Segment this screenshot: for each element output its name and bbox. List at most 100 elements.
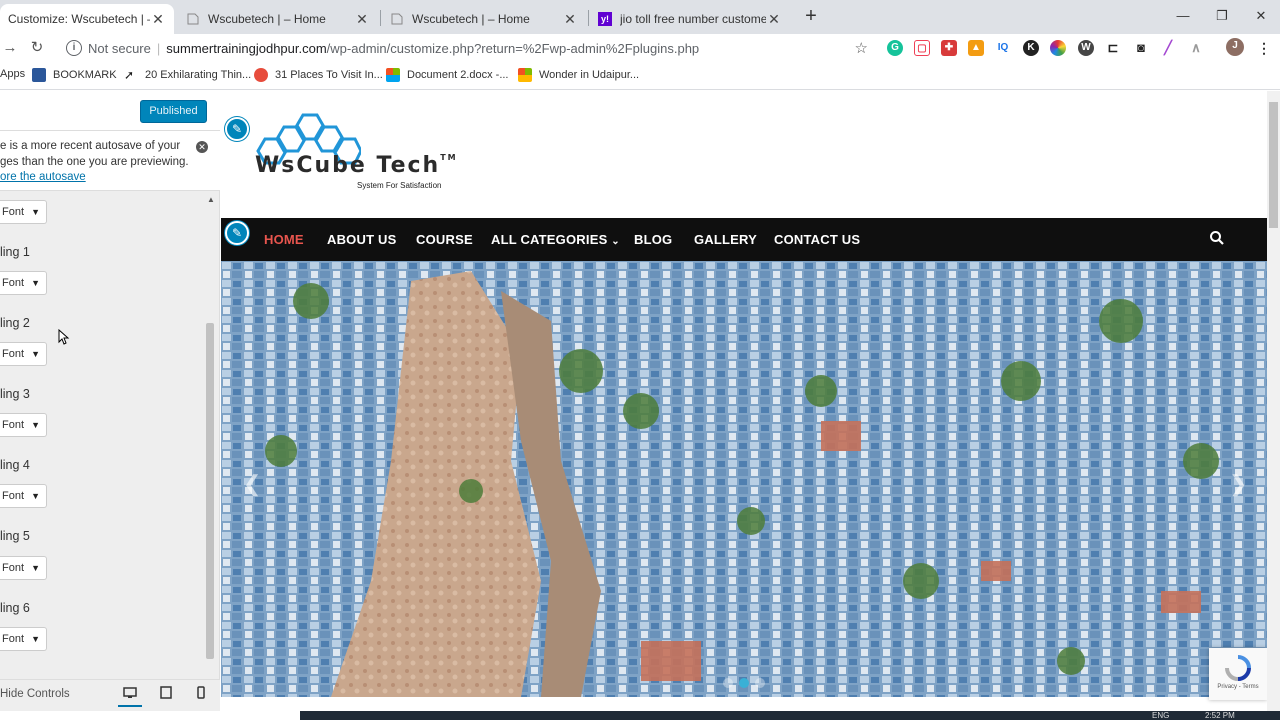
tablet-preview-icon[interactable]: [154, 685, 178, 707]
color-wheel-icon[interactable]: ●: [1050, 40, 1066, 56]
tab-wscubetech-home-1[interactable]: Wscubetech | – Home ✕: [178, 4, 378, 34]
published-button[interactable]: Published: [140, 100, 207, 123]
tab-title: Wscubetech | – Home: [412, 12, 530, 26]
select-value: Font: [2, 348, 25, 360]
tab-jio-toll-free[interactable]: y! jio toll free number customer care ✕: [590, 4, 790, 34]
arrow-logo-icon: ➚: [124, 68, 138, 82]
nav-home[interactable]: HOME: [264, 232, 304, 247]
slider-dot[interactable]: [755, 678, 765, 688]
font-select-top[interactable]: Font ▼: [0, 200, 47, 224]
logo-tagline: System For Satisfaction: [357, 181, 442, 190]
desktop-preview-icon[interactable]: [118, 685, 142, 707]
nav-course[interactable]: COURSE: [416, 232, 473, 247]
recaptcha-icon: [1225, 655, 1251, 681]
heading-1-font-select[interactable]: Font ▼: [0, 271, 47, 295]
forward-button[interactable]: →: [0, 38, 20, 58]
pen-icon[interactable]: ╱: [1160, 40, 1176, 56]
wordpress-icon[interactable]: W: [1078, 40, 1094, 56]
heading-4-font-select[interactable]: Font ▼: [0, 484, 47, 508]
tab-wscubetech-home-2[interactable]: Wscubetech | – Home ✕: [382, 4, 586, 34]
jodhpur-city-image: [221, 261, 1267, 697]
language-indicator[interactable]: ENG: [1152, 711, 1169, 720]
heading-2-label: ling 2: [0, 316, 30, 330]
cast-icon[interactable]: ⊏: [1105, 40, 1121, 56]
grammarly-icon[interactable]: G: [887, 40, 903, 56]
profile-avatar[interactable]: J: [1226, 38, 1244, 56]
edit-menu-pencil-icon[interactable]: ✎: [225, 221, 249, 245]
bookmark-wonder-udaipur[interactable]: Wonder in Udaipur...: [518, 68, 639, 82]
bookmark-bookmark[interactable]: BOOKMARK: [32, 68, 117, 82]
heading-5-font-select[interactable]: Font ▼: [0, 556, 47, 580]
bookmark-document-2[interactable]: Document 2.docx -...: [386, 68, 509, 82]
heading-2-font-select[interactable]: Font ▼: [0, 342, 47, 366]
page-favicon-icon: [187, 13, 199, 25]
nav-contact-us[interactable]: CONTACT US: [774, 232, 860, 247]
nav-gallery[interactable]: GALLERY: [694, 232, 757, 247]
search-icon[interactable]: [1209, 230, 1225, 246]
heading-6-font-select[interactable]: Font ▼: [0, 627, 47, 651]
trademark: TM: [440, 153, 458, 162]
window-close-button[interactable]: ✕: [1241, 4, 1280, 28]
bookmark-label: BOOKMARK: [53, 69, 117, 81]
close-icon[interactable]: ✕: [354, 11, 370, 28]
dropdown-arrow-icon: ▼: [31, 491, 40, 501]
bookmark-exhilarating[interactable]: ➚ 20 Exhilarating Thin...: [124, 68, 251, 82]
restore-button[interactable]: ❐: [1202, 4, 1242, 28]
nav-blog[interactable]: BLOG: [634, 232, 672, 247]
puzzle-icon[interactable]: ✚: [941, 40, 957, 56]
select-value: Font: [2, 490, 25, 502]
scroll-up-arrow-icon[interactable]: ▲: [207, 195, 215, 204]
tab-customize[interactable]: Customize: Wscubetech | – Home ✕: [0, 4, 174, 34]
panel-scrollbar[interactable]: [206, 323, 214, 659]
pocket-icon[interactable]: ▢: [914, 40, 930, 56]
bookmark-apps[interactable]: Apps: [0, 68, 25, 80]
logo-wordmark: WsCube TechTM: [255, 153, 458, 178]
nav-all-categories[interactable]: ALL CATEGORIES ⌄: [491, 232, 620, 247]
info-icon[interactable]: i: [66, 40, 82, 56]
browser-menu-icon[interactable]: ⋮: [1256, 40, 1272, 56]
new-tab-button[interactable]: +: [800, 6, 822, 28]
bookmark-31-places[interactable]: 31 Places To Visit In...: [254, 68, 383, 82]
slider-prev-icon[interactable]: ❮: [243, 471, 261, 497]
image-icon[interactable]: ▲: [968, 40, 984, 56]
bookmarks-bar: Apps BOOKMARK ➚ 20 Exhilarating Thin... …: [0, 62, 1280, 90]
recaptcha-badge[interactable]: Privacy - Terms: [1209, 648, 1267, 700]
hide-controls-button[interactable]: Hide Controls: [0, 688, 70, 700]
bookmark-label: 20 Exhilarating Thin...: [145, 69, 252, 81]
signal-icon[interactable]: ∧: [1188, 40, 1204, 56]
hero-slider[interactable]: ❮ ❯: [221, 261, 1267, 697]
autosave-notice: e is a more recent autosave of your ges …: [0, 131, 220, 191]
windows-taskbar: ENG 2:52 PM: [300, 711, 1280, 720]
iq-icon[interactable]: IQ: [995, 40, 1011, 56]
edit-logo-pencil-icon[interactable]: ✎: [225, 117, 249, 141]
slider-dot[interactable]: [723, 678, 733, 688]
restore-autosave-link[interactable]: ore the autosave: [0, 171, 86, 183]
recaptcha-links[interactable]: Privacy - Terms: [1209, 684, 1267, 690]
close-icon[interactable]: ✕: [562, 11, 578, 28]
minimize-button[interactable]: —: [1163, 4, 1203, 28]
address-bar[interactable]: i Not secure | summertrainingjodhpur.com…: [54, 36, 876, 60]
dropdown-arrow-icon: ▼: [31, 207, 40, 217]
microsoft-icon: [518, 68, 532, 82]
clock[interactable]: 2:52 PM: [1205, 711, 1235, 720]
dismiss-icon[interactable]: ✕: [196, 141, 208, 153]
nav-about-us[interactable]: ABOUT US: [327, 232, 397, 247]
close-icon[interactable]: ✕: [150, 11, 166, 28]
bookmark-label: 31 Places To Visit In...: [275, 69, 383, 81]
heading-5-label: ling 5: [0, 529, 30, 543]
reload-button[interactable]: ↻: [27, 38, 47, 58]
close-icon[interactable]: ✕: [766, 11, 782, 28]
site-logo[interactable]: WsCube TechTM System For Satisfaction: [251, 113, 461, 195]
k-icon[interactable]: K: [1023, 40, 1039, 56]
tab-separator: [380, 10, 381, 26]
preview-scrollbar[interactable]: [1269, 102, 1278, 228]
slider-dot-active[interactable]: [739, 678, 749, 688]
slider-next-icon[interactable]: ❯: [1229, 471, 1247, 497]
divider: |: [156, 40, 161, 56]
bookmark-star-icon[interactable]: ☆: [855, 39, 868, 57]
bookmark-label: Wonder in Udaipur...: [539, 69, 640, 81]
heading-3-font-select[interactable]: Font ▼: [0, 413, 47, 437]
camera-icon[interactable]: ◙: [1133, 40, 1149, 56]
mobile-preview-icon[interactable]: [189, 685, 213, 707]
chevron-down-icon: ⌄: [611, 236, 620, 247]
